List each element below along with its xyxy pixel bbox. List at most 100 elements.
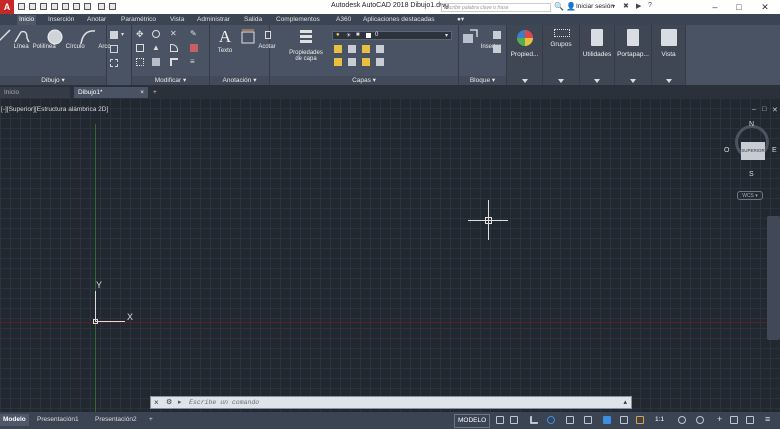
command-history-icon[interactable]: ▴ — [623, 398, 627, 406]
scale-value[interactable]: 1:1 — [652, 414, 667, 426]
tab-inicio[interactable]: Inicio — [17, 15, 37, 25]
tab-anotar[interactable]: Anotar — [85, 15, 108, 25]
array-icon[interactable] — [170, 58, 178, 66]
utilities-panel-button[interactable]: Utilidades — [580, 25, 615, 85]
viewcube-face[interactable]: SUPERIOR — [741, 142, 765, 160]
maximize-button[interactable]: □ — [730, 1, 748, 13]
workspace-icon[interactable] — [678, 416, 686, 424]
arc-button[interactable]: Arco — [79, 28, 111, 50]
layer-on-icon[interactable] — [334, 45, 342, 53]
offset-icon[interactable]: ≡ — [190, 58, 198, 66]
layer-walk-icon[interactable] — [362, 58, 370, 66]
command-close-icon[interactable]: × — [154, 398, 159, 407]
dimension-button[interactable]: Acotar — [239, 28, 276, 50]
layer-freeze-icon[interactable] — [348, 45, 356, 53]
stretch-icon[interactable] — [136, 58, 144, 66]
doc-tab-inicio[interactable]: Inicio — [0, 87, 70, 98]
help-icon[interactable]: ? — [648, 2, 652, 9]
layout-tab-presentacion1[interactable]: Presentación1 — [34, 414, 82, 426]
add-layout-icon[interactable]: + — [146, 414, 156, 426]
navigation-bar[interactable] — [767, 216, 780, 340]
viewport-controls[interactable]: [-][Superior][Estructura alámbrica 2D] — [1, 106, 108, 113]
command-line[interactable]: × ⚙ ▸ Escribe un comando ▴ — [150, 396, 632, 409]
isodraft-icon[interactable] — [566, 416, 574, 424]
a360-icon[interactable]: ▶ — [636, 2, 641, 10]
model-space-button[interactable]: MODELO — [454, 414, 491, 428]
customize-menu-icon[interactable]: ≡ — [762, 413, 773, 425]
viewcube-east[interactable]: E — [772, 147, 777, 154]
panel-title-modificar[interactable]: Modificar ▾ — [132, 76, 209, 85]
viewport-restore-icon[interactable]: □ — [762, 106, 766, 113]
text-button[interactable]: A Texto — [215, 28, 235, 55]
fillet-icon[interactable] — [170, 44, 178, 52]
panel-title-capas[interactable]: Capas ▾ — [270, 76, 458, 85]
explode-icon[interactable] — [190, 44, 198, 52]
layer-previous-icon[interactable] — [348, 58, 356, 66]
layer-iso-icon[interactable] — [376, 45, 384, 53]
annotation-monitor-icon[interactable]: + — [714, 413, 725, 425]
clipboard-panel-button[interactable]: Portapap... — [615, 25, 652, 85]
command-settings-icon[interactable]: ⚙ — [166, 398, 172, 406]
polar-icon[interactable] — [547, 416, 555, 424]
tab-complementos[interactable]: Complementos — [274, 15, 322, 25]
hatch-icon[interactable] — [110, 45, 118, 53]
line-button[interactable]: Línea — [0, 28, 29, 50]
properties-panel-button[interactable]: Propied... — [507, 25, 543, 85]
command-input[interactable]: Escribe un comando — [189, 399, 259, 406]
tab-administrar[interactable]: Administrar — [195, 15, 232, 25]
doc-tab-dibujo1[interactable]: Dibujo1* × — [74, 87, 148, 98]
signin-dropdown-icon[interactable]: ▾ — [612, 3, 615, 10]
edit-block-icon[interactable] — [493, 45, 501, 53]
rectangle-icon[interactable] — [110, 31, 118, 39]
ribbon-minimize-icon[interactable]: ●▾ — [455, 15, 466, 25]
copy-icon[interactable] — [136, 44, 144, 52]
new-tab-icon[interactable]: + — [151, 87, 163, 98]
viewport-close-icon[interactable]: ✕ — [772, 106, 778, 114]
autoscale-icon[interactable] — [620, 416, 628, 424]
object-snap-icon[interactable] — [584, 416, 592, 424]
fullscreen-icon[interactable] — [746, 416, 754, 424]
viewcube-north[interactable]: N — [749, 121, 754, 128]
snap-icon[interactable] — [510, 416, 518, 424]
grid-icon[interactable] — [496, 416, 504, 424]
viewport-minimize-icon[interactable]: – — [752, 106, 756, 113]
circle-button[interactable]: Círculo — [46, 28, 85, 50]
trim-icon[interactable]: ✕ — [170, 30, 178, 38]
tab-a360[interactable]: A360 — [334, 15, 353, 25]
ortho-icon[interactable] — [530, 416, 538, 424]
layer-lock-icon[interactable] — [362, 45, 370, 53]
view-panel-button[interactable]: Vista — [652, 25, 686, 85]
viewcube-south[interactable]: S — [749, 171, 754, 178]
rotate-icon[interactable] — [152, 30, 160, 38]
ellipse-icon[interactable] — [110, 59, 118, 67]
tab-insercion[interactable]: Inserción — [46, 15, 76, 25]
isolate-objects-icon[interactable] — [730, 416, 738, 424]
panel-title-dibujo[interactable]: Dibujo ▾ — [0, 76, 106, 85]
tab-vista[interactable]: Vista — [168, 15, 186, 25]
wcs-menu[interactable]: WCS ▾ — [737, 191, 763, 200]
tab-salida[interactable]: Salida — [242, 15, 264, 25]
settings-icon[interactable] — [696, 416, 704, 424]
polyline-button[interactable]: Polilínea — [13, 28, 56, 50]
minimize-button[interactable]: – — [706, 1, 724, 13]
signin-link[interactable]: Iniciar sesión — [576, 3, 614, 10]
layer-merge-icon[interactable] — [376, 58, 384, 66]
mirror-icon[interactable]: ▲ — [152, 44, 160, 52]
layer-match-icon[interactable] — [334, 58, 342, 66]
move-icon[interactable]: ✥ — [136, 30, 144, 39]
layer-properties-button[interactable]: Propiedades de capa — [286, 28, 326, 62]
scale-icon[interactable] — [152, 58, 160, 66]
panel-title-bloque[interactable]: Bloque ▾ — [459, 76, 506, 85]
search-input[interactable]: Escribir palabra clave o frase — [441, 3, 551, 12]
insert-button[interactable]: Insertar — [461, 28, 501, 50]
tab-parametrico[interactable]: Paramétrico — [119, 15, 158, 25]
exchange-icon[interactable]: ✖ — [623, 2, 629, 10]
layout-tab-model[interactable]: Modelo — [0, 414, 29, 426]
draw-dropdown-icon[interactable]: ▾ — [121, 31, 129, 39]
layout-tab-presentacion2[interactable]: Presentación2 — [92, 414, 140, 426]
annotation-visibility-icon[interactable] — [603, 416, 611, 424]
create-block-icon[interactable] — [493, 31, 501, 39]
close-button[interactable]: ✕ — [756, 1, 774, 13]
close-tab-icon[interactable]: × — [140, 87, 144, 98]
tab-aplicaciones-destacadas[interactable]: Aplicaciones destacadas — [361, 15, 437, 25]
